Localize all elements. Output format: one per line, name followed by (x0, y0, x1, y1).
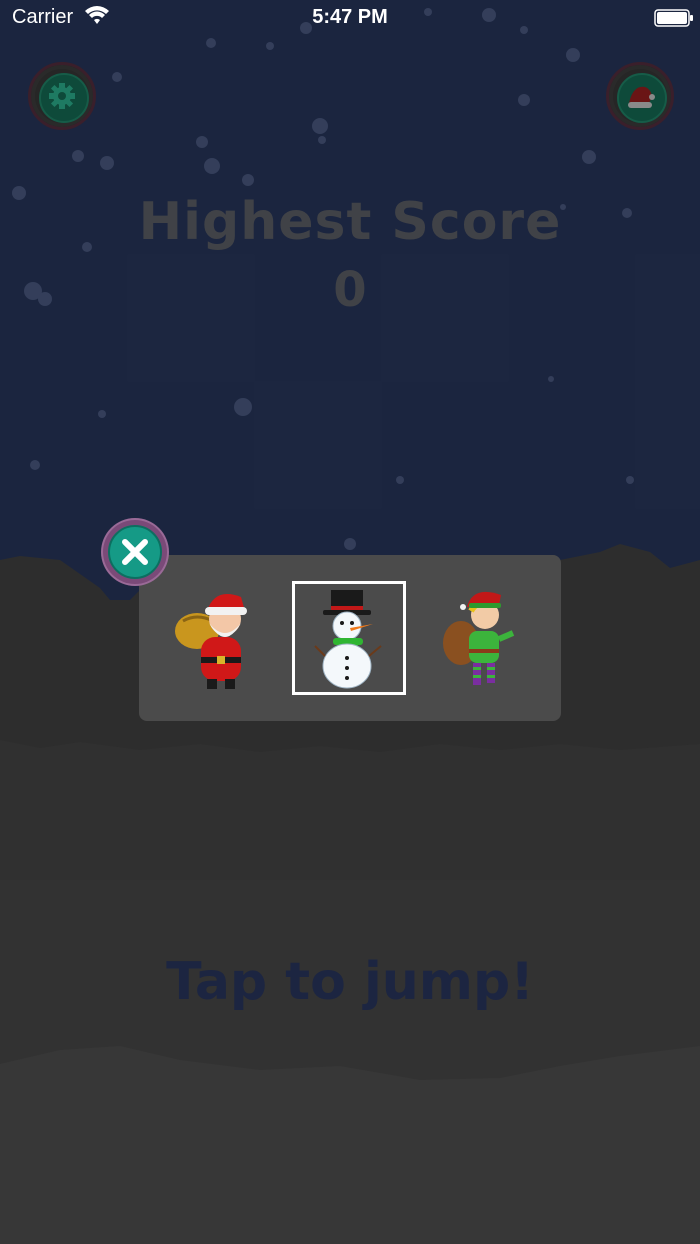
settings-button[interactable] (28, 62, 96, 130)
character-elf[interactable] (429, 581, 543, 695)
character-santa[interactable] (161, 581, 275, 695)
tap-to-jump-prompt: Tap to jump! (166, 952, 534, 1012)
character-snowman[interactable] (292, 581, 406, 695)
status-time: 5:47 PM (312, 6, 388, 28)
highest-score-title: Highest Score (138, 192, 562, 252)
santa-hat-icon (617, 73, 667, 123)
character-picker-panel (139, 555, 561, 721)
battery-icon (654, 9, 693, 27)
close-icon (108, 525, 162, 579)
highest-score-value: 0 (333, 262, 367, 318)
character-select-button[interactable] (606, 62, 674, 130)
close-picker-button[interactable] (103, 520, 167, 584)
gear-icon (39, 73, 89, 123)
status-bar: Carrier 5:47 PM (0, 0, 700, 36)
